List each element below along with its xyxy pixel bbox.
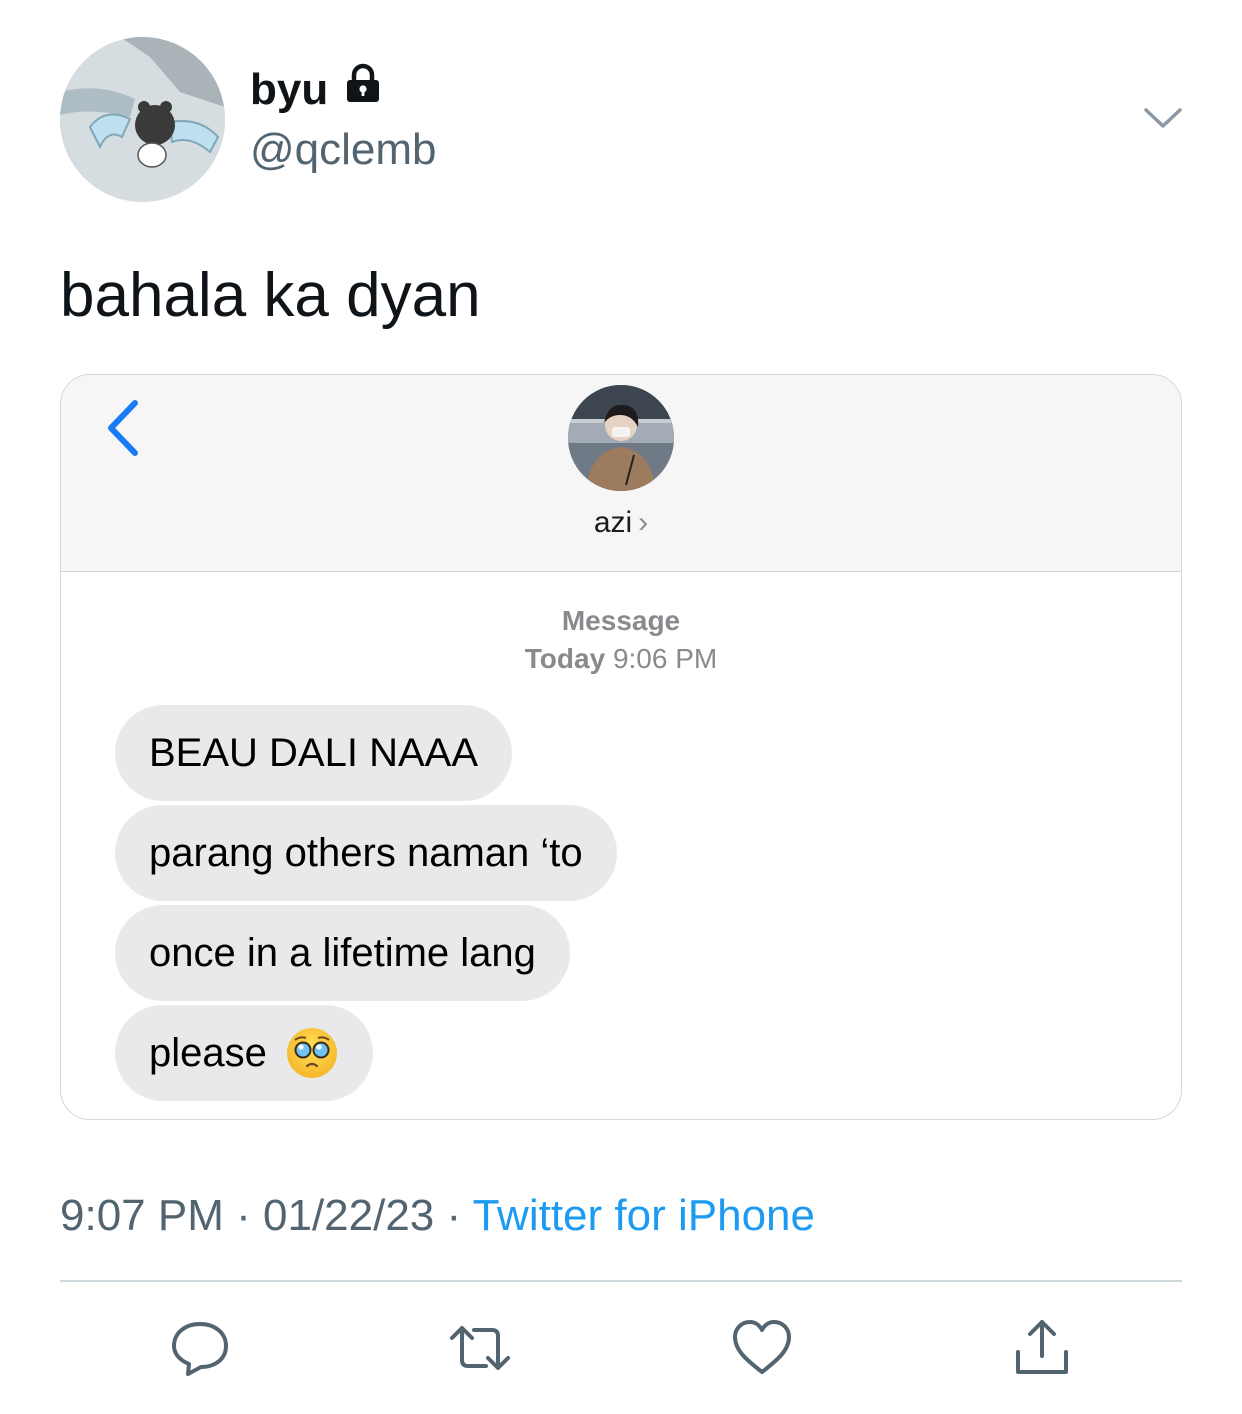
imessage-header: azi ›: [61, 375, 1181, 572]
message-bubble: please: [115, 1005, 373, 1101]
author-display-name[interactable]: byu: [250, 62, 328, 118]
message-bubble: parang others naman ‘to: [115, 805, 617, 901]
tweet-date[interactable]: 01/22/23: [263, 1191, 434, 1240]
message-bubble: once in a lifetime lang: [115, 905, 570, 1001]
lock-icon: [342, 62, 384, 118]
message-text: BEAU DALI NAAA: [149, 731, 479, 775]
contact-name-row[interactable]: azi ›: [61, 503, 1181, 543]
like-icon[interactable]: [730, 1316, 794, 1380]
message-day: Today: [524, 643, 606, 674]
message-text: parang others naman ‘to: [149, 831, 583, 875]
tweet-time[interactable]: 9:07 PM: [60, 1191, 224, 1240]
message-text: once in a lifetime lang: [149, 931, 536, 975]
author-handle[interactable]: @qclemb: [250, 122, 437, 178]
contact-name[interactable]: azi: [594, 506, 632, 539]
share-icon[interactable]: [1010, 1316, 1074, 1380]
contact-avatar[interactable]: [568, 385, 674, 491]
meta-separator: ·: [446, 1191, 462, 1240]
pleading-face-emoji: [286, 1028, 337, 1078]
tweet-source-link[interactable]: Twitter for iPhone: [473, 1191, 815, 1240]
chevron-down-icon[interactable]: [1140, 100, 1186, 136]
chevron-left-icon[interactable]: [101, 397, 145, 459]
retweet-icon[interactable]: [448, 1316, 512, 1380]
meta-separator: ·: [236, 1191, 251, 1240]
message-bubble: BEAU DALI NAAA: [115, 705, 513, 801]
divider: [60, 1280, 1182, 1282]
author-name-row[interactable]: byu: [250, 62, 384, 118]
author-avatar[interactable]: [60, 37, 225, 202]
chevron-right-icon: ›: [638, 506, 649, 539]
tweet-media-card[interactable]: azi › Message Today 9:06 PM BEAU DALI NAA…: [60, 374, 1182, 1120]
reply-icon[interactable]: [168, 1316, 232, 1380]
service-label: Message: [561, 605, 681, 636]
message-text: please: [149, 1031, 267, 1075]
tweet-text: bahala ka dyan: [60, 261, 481, 330]
tweet-meta: 9:07 PM · 01/22/23 · Twitter for iPhone: [60, 1188, 815, 1244]
message-time: 9:06 PM: [612, 643, 718, 674]
message-timestamp: Today 9:06 PM: [61, 641, 1181, 677]
